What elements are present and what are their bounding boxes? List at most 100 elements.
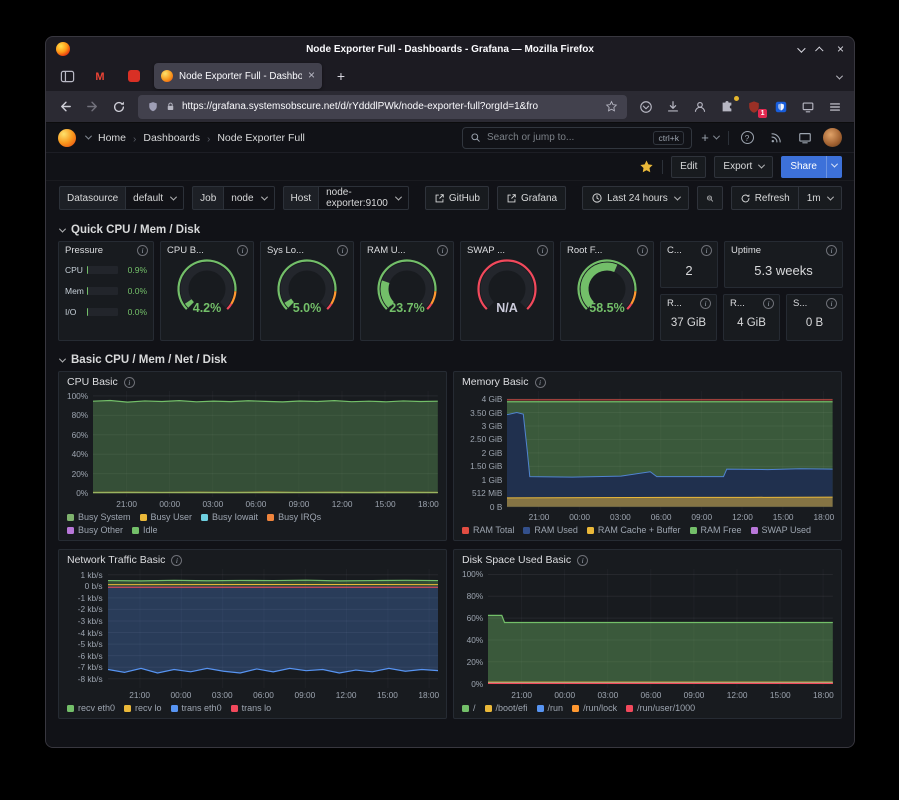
legend-item[interactable]: RAM Cache + Buffer	[587, 524, 681, 536]
variable-job[interactable]: Job node	[192, 186, 274, 210]
share-button[interactable]: Share	[781, 156, 842, 178]
legend-item[interactable]: trans lo	[231, 702, 272, 714]
legend-item[interactable]: RAM Free	[690, 524, 742, 536]
window-maximize-button[interactable]	[817, 40, 823, 58]
legend-item[interactable]: Busy System	[67, 511, 131, 523]
panel-title[interactable]: RAM U...	[367, 245, 406, 256]
org-switcher-chevron-icon[interactable]	[85, 133, 92, 140]
reload-button[interactable]	[106, 95, 132, 119]
downloads-button[interactable]	[660, 95, 686, 119]
grafana-logo-icon[interactable]	[58, 129, 76, 147]
info-icon[interactable]	[537, 245, 548, 256]
panel-title[interactable]: CPU B...	[167, 245, 204, 256]
panel-title[interactable]: Uptime	[731, 245, 761, 256]
pinned-tab-app[interactable]	[120, 65, 148, 87]
grafana-link-button[interactable]: Grafana	[497, 186, 566, 210]
panel-header[interactable]: Network Traffic Basic	[59, 550, 446, 567]
panel-header[interactable]: Disk Space Used Basic	[454, 550, 841, 567]
info-icon[interactable]	[237, 245, 248, 256]
firefox-view-button[interactable]	[54, 65, 80, 87]
password-manager-button[interactable]	[768, 95, 794, 119]
tab-close-icon[interactable]	[308, 70, 315, 82]
lock-icon[interactable]	[165, 101, 176, 112]
legend-item[interactable]: Idle	[132, 524, 158, 536]
legend-item[interactable]: Busy User	[140, 511, 193, 523]
info-icon[interactable]	[763, 298, 774, 309]
legend-item[interactable]: recv eth0	[67, 702, 115, 714]
tv-mode-button[interactable]	[794, 127, 816, 149]
edit-button[interactable]: Edit	[671, 156, 706, 178]
info-icon[interactable]	[535, 377, 546, 388]
legend-item[interactable]: SWAP Used	[751, 524, 812, 536]
news-button[interactable]	[765, 127, 787, 149]
back-button[interactable]	[52, 95, 78, 119]
panel-title[interactable]: Sys Lo...	[267, 245, 304, 256]
info-icon[interactable]	[701, 245, 712, 256]
info-icon[interactable]	[826, 245, 837, 256]
refresh-button[interactable]: Refresh	[731, 186, 798, 210]
pinned-tab-gmail[interactable]	[86, 65, 114, 87]
row-quick-cpu-mem-disk[interactable]: Quick CPU / Mem / Disk	[58, 219, 842, 241]
zoom-out-button[interactable]	[697, 186, 723, 210]
legend-item[interactable]: RAM Used	[523, 524, 578, 536]
legend-item[interactable]: Busy Iowait	[201, 511, 258, 523]
info-icon[interactable]	[124, 377, 135, 388]
favorite-star-icon[interactable]	[639, 159, 654, 174]
extensions-button[interactable]	[714, 95, 740, 119]
bookmark-star-icon[interactable]	[605, 100, 618, 113]
help-button[interactable]	[736, 127, 758, 149]
share-dropdown-chevron-icon[interactable]	[826, 156, 842, 178]
breadcrumb-dashboards[interactable]: Dashboards	[143, 132, 200, 144]
legend-item[interactable]: /run/lock	[572, 702, 617, 714]
tracking-protection-shield-icon[interactable]	[147, 101, 159, 113]
pocket-button[interactable]	[633, 95, 659, 119]
screenshare-button[interactable]	[795, 95, 821, 119]
info-icon[interactable]	[171, 555, 182, 566]
legend-item[interactable]: /	[462, 702, 476, 714]
menu-button[interactable]	[822, 95, 848, 119]
active-tab[interactable]: Node Exporter Full - Dashbo	[154, 63, 322, 89]
window-close-button[interactable]	[837, 40, 844, 58]
breadcrumb-home[interactable]: Home	[98, 132, 126, 144]
panel-header[interactable]: Memory Basic	[454, 372, 841, 389]
legend-item[interactable]: /boot/efi	[485, 702, 528, 714]
legend-item[interactable]: /run	[537, 702, 564, 714]
refresh-interval-dropdown[interactable]: 1m	[798, 186, 842, 210]
panel-title[interactable]: R...	[730, 298, 745, 309]
search-input[interactable]: Search or jump to... ctrl+k	[462, 127, 692, 149]
list-tabs-button[interactable]	[834, 67, 846, 85]
legend-item[interactable]: RAM Total	[462, 524, 514, 536]
row-basic-cpu-mem-net-disk[interactable]: Basic CPU / Mem / Net / Disk	[58, 349, 842, 371]
github-link-button[interactable]: GitHub	[425, 186, 489, 210]
variable-datasource[interactable]: Datasource default	[59, 186, 184, 210]
panel-title[interactable]: C...	[667, 245, 682, 256]
legend-item[interactable]: Busy Other	[67, 524, 123, 536]
info-icon[interactable]	[577, 555, 588, 566]
url-bar[interactable]: https://grafana.systemsobscure.net/d/rYd…	[138, 95, 627, 119]
user-avatar[interactable]	[823, 128, 842, 147]
new-dashboard-button[interactable]: +	[699, 127, 721, 149]
new-tab-button[interactable]	[328, 65, 354, 87]
info-icon[interactable]	[137, 245, 148, 256]
window-minimize-button[interactable]	[797, 40, 803, 58]
legend-item[interactable]: recv lo	[124, 702, 162, 714]
info-icon[interactable]	[437, 245, 448, 256]
panel-title[interactable]: Root F...	[567, 245, 602, 256]
forward-button[interactable]	[79, 95, 105, 119]
legend-item[interactable]: /run/user/1000	[626, 702, 695, 714]
info-icon[interactable]	[826, 298, 837, 309]
info-icon[interactable]	[637, 245, 648, 256]
info-icon[interactable]	[337, 245, 348, 256]
panel-title[interactable]: Pressure	[65, 245, 103, 256]
legend-item[interactable]: Busy IRQs	[267, 511, 321, 523]
adblocker-button[interactable]: 1	[741, 95, 767, 119]
export-button[interactable]: Export	[714, 156, 773, 178]
account-button[interactable]	[687, 95, 713, 119]
panel-title[interactable]: R...	[667, 298, 682, 309]
panel-title[interactable]: S...	[793, 298, 807, 309]
window-titlebar[interactable]: Node Exporter Full - Dashboards - Grafan…	[46, 37, 854, 61]
time-range-picker[interactable]: Last 24 hours	[582, 186, 689, 210]
variable-host[interactable]: Host node-exporter:9100	[283, 186, 409, 210]
panel-header[interactable]: CPU Basic	[59, 372, 446, 389]
panel-title[interactable]: SWAP ...	[467, 245, 505, 256]
